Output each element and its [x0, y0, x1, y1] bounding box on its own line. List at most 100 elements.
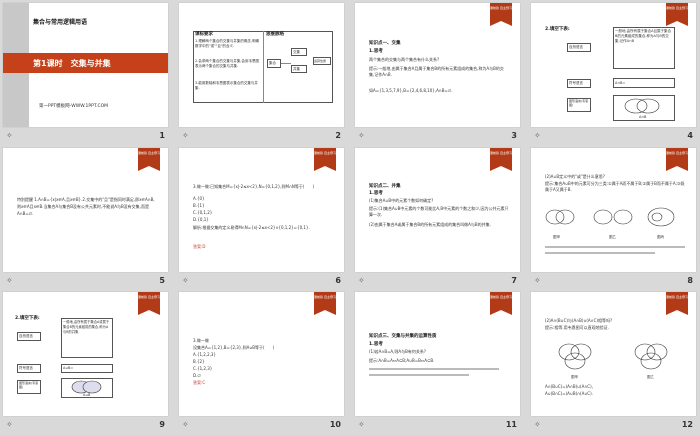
slide-number: 4 [687, 131, 693, 140]
text-line [545, 246, 685, 248]
slide-6-footer: ✧ 6 [179, 272, 344, 292]
formula-line-2: A∪(B∩C)=(A∪B)∩(A∪C). [545, 391, 593, 396]
slide-11-footer: ✧ 11 [355, 416, 520, 436]
slide-subtitle: 1.思考 [369, 342, 383, 347]
col-header-map: 思维脉络 [266, 32, 284, 37]
venn-caption: A∩B [639, 115, 647, 119]
row-symbol-label: 符号语言 [19, 366, 33, 370]
tree-root-label: 集合 [269, 61, 276, 65]
site-text: 第一PPT模板网-WWW.1PPT.COM [39, 104, 109, 109]
slide-4-thumbnail[interactable]: 课前篇 自主预习 2.填空下表: 自然语言 符号语言 图形语言(韦恩图) 一般地… [531, 3, 696, 127]
slide-number: 12 [681, 420, 693, 429]
section-banner: 课前篇 自主预习 [666, 148, 688, 171]
slide-number: 5 [159, 276, 165, 285]
section-banner: 课前篇 自主预习 [314, 292, 336, 315]
star-icon: ✧ [534, 131, 541, 140]
figure-label-2: 图乙 [647, 375, 654, 379]
slide-subtitle: 1.思考 [369, 191, 383, 196]
figure-label-2: 图乙 [609, 235, 616, 239]
section-banner: 课前篇 自主预习 [138, 292, 160, 315]
section-banner: 课前篇 自主预习 [666, 3, 688, 26]
definition-text: 一般地,由所有属于集合A或属于集合B的元素组成的集合,称为A与B的并集 [63, 320, 110, 334]
figure-label-3: 图丙 [657, 235, 664, 239]
formula-line-1: A∩(B∪C)=(A∩B)∪(A∩C), [545, 384, 593, 389]
row-graphic-label: 图形语言(韦恩图) [569, 99, 589, 107]
tree-connector [281, 63, 291, 64]
symbol-text: A∪B= [63, 366, 74, 370]
slide-1-footer: ✧ 1 [3, 127, 168, 147]
figure-label-1: 图甲 [553, 235, 560, 239]
slide-title: 知识点二、并集 [369, 184, 401, 189]
star-icon: ✧ [534, 276, 541, 285]
slide-number: 1 [159, 131, 165, 140]
symbol-text: A∩B= [615, 81, 626, 85]
example-text: 如A={1,3,5,7,9},B={2,4,6,8,10},A∩B=∅. [369, 88, 453, 93]
section-banner: 课前篇 自主预习 [666, 292, 688, 315]
section-banner: 课前篇 自主预习 [138, 148, 160, 171]
slide-subtitle: 1.思考 [369, 49, 383, 54]
hint-text: 提示:(1)集合A∪B中元素的个数可能比A,B中元素的个数之和少,因为公共元素只… [369, 206, 509, 217]
question-text: 两个集合的交集与两个集合有什么关系? [369, 57, 440, 62]
option-a: A.{1,2,2,3} [193, 352, 217, 357]
note-text: 特别提醒 1.A∩B={x|x∈A,且x∈B}.2.交集中的"且"是指同时满足,… [17, 197, 155, 216]
question-text: (2)A∪B定义中的"或"是什么意思? [545, 174, 605, 179]
star-icon: ✧ [358, 276, 365, 285]
hint-text-2: (2)由属于集合A或属于集合B的所有元素组成的集合叫做A与B的并集. [369, 222, 491, 227]
star-icon: ✧ [6, 276, 13, 285]
slide-number: 11 [505, 420, 517, 429]
slide-9-thumbnail[interactable]: 课前篇 自主预习 2.填空下表: 自然语言 符号语言 图形语言(韦恩图) 一般地… [3, 292, 168, 416]
slide-8-footer: ✧ 8 [531, 272, 696, 292]
venn-diagrams-row [545, 207, 675, 227]
slide-number: 8 [687, 276, 693, 285]
answer-text: 答案:C [193, 380, 206, 385]
slide-10-footer: ✧ 10 [179, 416, 344, 436]
row-symbol-label: 符号语言 [569, 81, 583, 85]
star-icon: ✧ [182, 276, 189, 285]
slide-7-footer: ✧ 7 [355, 272, 520, 292]
slide-3-thumbnail[interactable]: 课前篇 自主预习 知识点一、交集 1.思考 两个集合的交集与两个集合有什么关系?… [355, 3, 520, 127]
tree-node-b-label: 并集 [293, 67, 300, 71]
slide-number: 6 [335, 276, 341, 285]
option-b: B.{2} [193, 359, 205, 364]
slide-title: 知识点一、交集 [369, 41, 401, 46]
star-icon: ✧ [6, 420, 13, 429]
slide-12-thumbnail[interactable]: 课前篇 自主预习 (2)A∩(B∪C)与(A∩B)∪(A∩C)相等吗? 提示:相… [531, 292, 696, 416]
slide-6-thumbnail[interactable]: 课前篇 自主预习 3.做一做:已知集合M={x|-2≤x<2},N={0,1,2… [179, 148, 344, 272]
question-text: (1)集合A∪B中的元素个数如何确定? [369, 198, 434, 203]
slide-11-thumbnail[interactable]: 课前篇 自主预习 知识点三、交集与并集的运算性质 1.思考 (1)若A∩B=A,… [355, 292, 520, 416]
venn-diagrams-pair [558, 343, 668, 370]
star-icon: ✧ [182, 131, 189, 140]
option-d: D.{0,1} [193, 217, 209, 222]
definition-text: 一般地,由所有属于集合A且属于集合B的元素组成的集合,称为A与B的交集,记作A∩… [615, 29, 672, 43]
slide-2-thumbnail[interactable]: 课标要求 思维脉络 1.理解两个集合的交集与并集的概念,明确数学中的"或""且"… [179, 3, 344, 127]
slide-5-footer: ✧ 5 [3, 272, 168, 292]
text-line [545, 252, 655, 254]
row-natural-label: 自然语言 [19, 334, 33, 338]
slide-10-thumbnail[interactable]: 课前篇 自主预习 3.做一做 设集合A={1,2},B={2,3},则A∪B等于… [179, 292, 344, 416]
slide-5-thumbnail[interactable]: 课前篇 自主预习 特别提醒 1.A∩B={x|x∈A,且x∈B}.2.交集中的"… [3, 148, 168, 272]
tree-node-a-label: 交集 [293, 50, 300, 54]
option-b: B.{1} [193, 203, 205, 208]
question-text: 3.做一做:已知集合M={x|-2≤x<2},N={0,1,2},则M∩N等于(… [193, 184, 315, 189]
slide-12-footer: ✧ 12 [531, 416, 696, 436]
req-2: 2.会求两个集合的交集与并集,会用韦恩图表示两个集合的交集与并集. [195, 59, 259, 68]
slide-8-thumbnail[interactable]: 课前篇 自主预习 (2)A∪B定义中的"或"是什么意思? 提示:集合A∪B中的元… [531, 148, 696, 272]
slide-7-thumbnail[interactable]: 课前篇 自主预习 知识点二、并集 1.思考 (1)集合A∪B中的元素个数如何确定… [355, 148, 520, 272]
slide-number: 7 [511, 276, 517, 285]
star-icon: ✧ [358, 131, 365, 140]
slide-number: 9 [159, 420, 165, 429]
text-line [369, 368, 499, 370]
slide-9-footer: ✧ 9 [3, 416, 168, 436]
req-3: 3.能用数轴和韦恩图表示集合的交集与并集. [195, 81, 258, 90]
explanation-text: 解析:根据交集的定义易得M∩N={x|-2≤x<2}∩{0,1,2}={0,1}… [193, 225, 310, 230]
slide-number: 10 [329, 420, 341, 429]
question-text: 设集合A={1,2},B={2,3},则A∪B等于( ) [193, 345, 275, 350]
star-icon: ✧ [182, 420, 189, 429]
option-c: C.{1,2,3} [193, 366, 213, 371]
star-icon: ✧ [6, 131, 13, 140]
hint-text: 提示:A∩B=A⇔A⊆B;A∪B=B⇔A⊆B. [369, 358, 435, 363]
req-1: 1.理解两个集合的交集与并集的概念,明确数学中的"或""且"的含义. [195, 39, 259, 48]
section-banner: 课前篇 自主预习 [490, 148, 512, 171]
slide-1-thumbnail[interactable]: 集合与常用逻辑用语 第1课时 交集与并集 第一PPT模板网-WWW.1PPT.C… [3, 3, 168, 127]
row-natural-label: 自然语言 [569, 45, 583, 49]
